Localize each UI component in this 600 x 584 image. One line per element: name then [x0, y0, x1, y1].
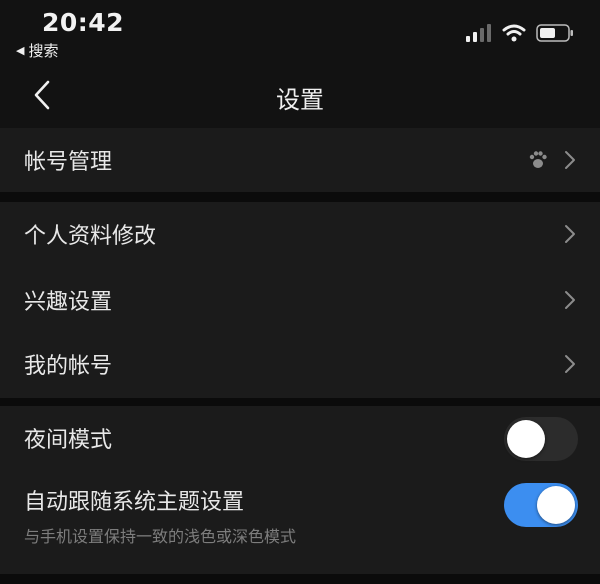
paw-icon: [529, 151, 547, 168]
night-mode-toggle[interactable]: [504, 417, 578, 461]
account-group: 帐号管理: [0, 128, 600, 192]
profile-edit-label: 个人资料修改: [24, 224, 157, 249]
wifi-icon: [502, 24, 526, 42]
display-group: 夜间模式 自动跟随系统主题设置 与手机设置保持一致的浅色或深色模式: [0, 406, 600, 574]
toggle-knob: [507, 420, 545, 458]
chevron-right-icon: [565, 355, 575, 373]
interest-settings-row[interactable]: 兴趣设置: [0, 268, 600, 332]
signal-icon: [466, 24, 491, 42]
my-account-label: 我的帐号: [24, 354, 113, 379]
nav-bar: 设置: [0, 62, 600, 128]
account-management-row[interactable]: 帐号管理: [0, 128, 600, 192]
status-bar: 20:42 ◀ 搜索: [0, 0, 600, 62]
page-title: 设置: [276, 86, 324, 114]
follow-system-theme-toggle[interactable]: [504, 483, 578, 527]
account-management-label: 帐号管理: [24, 150, 113, 175]
follow-system-theme-description: 与手机设置保持一致的浅色或深色模式: [24, 527, 297, 546]
back-triangle-icon: ◀: [16, 44, 25, 57]
toggle-knob: [537, 486, 575, 524]
my-account-row[interactable]: 我的帐号: [0, 332, 600, 396]
chevron-right-icon: [565, 291, 575, 309]
follow-system-theme-label: 自动跟随系统主题设置: [24, 490, 245, 515]
status-icons: [466, 24, 574, 42]
back-to-app-label: 搜索: [28, 42, 59, 60]
interest-settings-label: 兴趣设置: [24, 290, 113, 315]
profile-group: 个人资料修改 兴趣设置 我的帐号: [0, 202, 600, 398]
night-mode-label: 夜间模式: [24, 428, 113, 453]
back-to-app-link[interactable]: ◀ 搜索: [16, 40, 58, 61]
chevron-right-icon: [565, 151, 575, 169]
profile-edit-row[interactable]: 个人资料修改: [0, 202, 600, 266]
status-time: 20:42: [42, 8, 125, 37]
battery-icon: [536, 24, 573, 42]
chevron-right-icon: [565, 225, 575, 243]
